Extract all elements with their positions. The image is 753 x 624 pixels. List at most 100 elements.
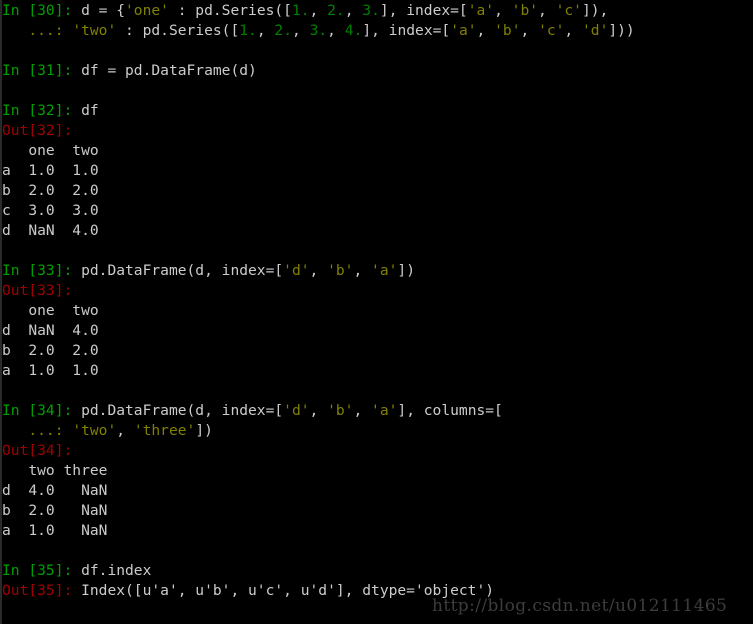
- in-30-line-1-span-14: 'c': [555, 2, 582, 19]
- in-34-line-1-span-3: ,: [309, 402, 328, 419]
- in-34-line-1-span-5: ,: [353, 402, 372, 419]
- in-34-line-1-span-1: pd.DataFrame(d, index=[: [72, 402, 284, 419]
- out-33-row-b-span-0: b 2.0 2.0: [2, 342, 99, 359]
- in-30-line-2-continuation: ...: 'two' : pd.Series([1., 2., 3., 4.],…: [2, 21, 635, 41]
- in-32-line-span-1: df: [72, 102, 99, 119]
- out-34-row-a-span-0: a 1.0 NaN: [2, 522, 108, 539]
- out-32-row-a-span-0: a 1.0 1.0: [2, 162, 99, 179]
- in-34-line-2-continuation-span-4: 'three': [133, 422, 196, 439]
- in-30-line-1-span-12: 'b': [511, 2, 539, 19]
- in-30-line-2-continuation-span-2: 'two': [72, 22, 117, 39]
- in-30-line-2-continuation-span-11: ], index=[: [362, 22, 451, 39]
- in-30-line-2-continuation-span-12: 'a': [450, 22, 477, 39]
- in-30-line-2-continuation-span-7: ,: [292, 22, 310, 39]
- in-30-line-2-continuation-span-14: 'b': [494, 22, 521, 39]
- in-34-line-1-span-4: 'b': [327, 402, 354, 419]
- out-35-line-span-0: Out[35]:: [2, 582, 73, 599]
- out-33-row-a-span-0: a 1.0 1.0: [2, 362, 99, 379]
- in-30-line-2-continuation-span-0: ...:: [2, 22, 64, 39]
- out-34-row-a: a 1.0 NaN: [2, 521, 635, 541]
- out-32-row-d-span-0: d NaN 4.0: [2, 222, 99, 239]
- in-30-line-1-span-2: 'one': [125, 2, 169, 19]
- in-34-line-2-continuation-span-5: ]): [195, 422, 213, 439]
- in-30-line-2-continuation-span-5: ,: [256, 22, 275, 39]
- out-33-header-span-0: one two: [2, 302, 99, 319]
- in-30-line-2-continuation-span-4: 1.: [239, 22, 257, 39]
- in-33-line-span-3: ,: [309, 262, 328, 279]
- in-30-line-1-span-0: In [30]:: [2, 2, 73, 19]
- out-32-row-c-span-0: c 3.0 3.0: [2, 202, 99, 219]
- in-30-line-2-continuation-span-9: ,: [327, 22, 345, 39]
- in-34-line-1-span-0: In [34]:: [2, 402, 73, 419]
- in-30-line-2-continuation-span-19: ])): [608, 22, 635, 39]
- out-35-line: Out[35]: Index([u'a', u'b', u'c', u'd'],…: [2, 581, 635, 601]
- out-33-row-d: d NaN 4.0: [2, 321, 635, 341]
- in-34-line-1: In [34]: pd.DataFrame(d, index=['d', 'b'…: [2, 401, 635, 421]
- in-35-line: In [35]: df.index: [2, 561, 635, 581]
- ipython-terminal-window[interactable]: In [30]: d = {'one' : pd.Series([1., 2.,…: [0, 0, 753, 624]
- out-34-header-span-0: two three: [2, 462, 108, 479]
- in-34-line-1-span-6: 'a': [371, 402, 398, 419]
- out-32-row-b: b 2.0 2.0: [2, 181, 635, 201]
- in-30-line-1: In [30]: d = {'one' : pd.Series([1., 2.,…: [2, 1, 635, 21]
- in-35-line-span-1: df.index: [72, 562, 152, 579]
- out-32-row-d: d NaN 4.0: [2, 221, 635, 241]
- in-30-line-2-continuation-span-18: 'd': [582, 22, 609, 39]
- terminal-screen[interactable]: In [30]: d = {'one' : pd.Series([1., 2.,…: [2, 1, 635, 601]
- out-32-row-c: c 3.0 3.0: [2, 201, 635, 221]
- out-34-row-d-span-0: d 4.0 NaN: [2, 482, 108, 499]
- in-34-line-2-continuation: ...: 'two', 'three']): [2, 421, 635, 441]
- out-33-row-d-span-0: d NaN 4.0: [2, 322, 99, 339]
- in-30-line-1-span-10: 'a': [467, 2, 495, 19]
- in-33-line-span-0: In [33]:: [2, 262, 73, 279]
- out-34-row-d: d 4.0 NaN: [2, 481, 635, 501]
- in-30-line-2-continuation-span-6: 2.: [274, 22, 292, 39]
- in-33-line-span-6: 'a': [371, 262, 398, 279]
- out-33-header: one two: [2, 301, 635, 321]
- out-34-header: two three: [2, 461, 635, 481]
- out-33-label-span-0: Out[33]:: [2, 282, 73, 299]
- in-30-line-1-span-11: ,: [494, 2, 512, 19]
- in-30-line-1-span-1: d = {: [72, 2, 126, 19]
- out-32-header: one two: [2, 141, 635, 161]
- in-30-line-2-continuation-span-8: 3.: [309, 22, 328, 39]
- out-35-line-span-1: Index([u'a', u'b', u'c', u'd'], dtype='o…: [72, 582, 495, 599]
- in-30-line-1-span-3: : pd.Series([: [168, 2, 292, 19]
- in-34-line-2-continuation-span-3: ,: [116, 422, 134, 439]
- in-30-line-2-continuation-span-17: ,: [564, 22, 582, 39]
- in-30-line-2-continuation-span-10: 4.: [344, 22, 363, 39]
- out-34-label: Out[34]:: [2, 441, 635, 461]
- in-33-line-span-5: ,: [353, 262, 372, 279]
- in-35-line-span-0: In [35]:: [2, 562, 73, 579]
- in-34-line-1-span-7: ], columns=[: [397, 402, 503, 419]
- in-31-line-span-1: df = pd.DataFrame(d): [72, 62, 257, 79]
- in-30-line-2-continuation-span-13: ,: [476, 22, 495, 39]
- in-32-line-span-0: In [32]:: [2, 102, 73, 119]
- out-34-label-span-0: Out[34]:: [2, 442, 73, 459]
- in-32-line: In [32]: df: [2, 101, 635, 121]
- in-33-line-span-4: 'b': [327, 262, 354, 279]
- out-34-row-b-span-0: b 2.0 NaN: [2, 502, 108, 519]
- in-34-line-2-continuation-span-1: [64, 422, 73, 439]
- in-34-line-2-continuation-span-2: 'two': [72, 422, 117, 439]
- in-30-line-2-continuation-span-16: 'c': [538, 22, 565, 39]
- out-32-header-span-0: one two: [2, 142, 99, 159]
- in-30-line-2-continuation-span-15: ,: [520, 22, 539, 39]
- in-30-line-2-continuation-span-3: : pd.Series([: [116, 22, 240, 39]
- in-30-line-1-span-9: ], index=[: [379, 2, 468, 19]
- in-30-line-1-span-4: 1.: [291, 2, 310, 19]
- in-33-line-span-2: 'd': [283, 262, 310, 279]
- in-30-line-1-span-5: ,: [309, 2, 328, 19]
- out-33-label: Out[33]:: [2, 281, 635, 301]
- in-30-line-2-continuation-span-1: [64, 22, 73, 39]
- in-30-line-1-span-6: 2.: [327, 2, 345, 19]
- in-30-line-1-span-8: 3.: [362, 2, 380, 19]
- out-32-row-a: a 1.0 1.0: [2, 161, 635, 181]
- in-33-line-span-7: ]): [397, 262, 415, 279]
- in-30-line-1-span-15: ]),: [581, 2, 609, 19]
